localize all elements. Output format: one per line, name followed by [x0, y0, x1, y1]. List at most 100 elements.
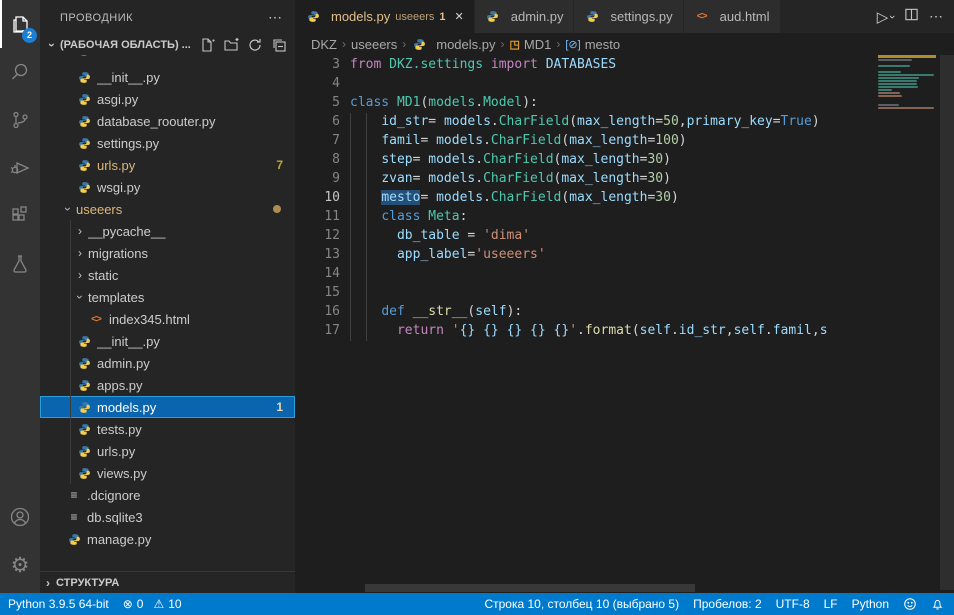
tree-item-indexelement[interactable]: indexelement: [40, 55, 295, 66]
tree-folder-useeers[interactable]: ›useeers: [40, 198, 295, 220]
chevron-down-icon[interactable]: ›: [886, 15, 898, 19]
tree-item-urls.py[interactable]: urls.py7: [40, 154, 295, 176]
new-folder-icon[interactable]: [223, 37, 239, 53]
outline-section-header[interactable]: › СТРУКТУРА: [40, 571, 295, 593]
code-line-7[interactable]: 7 famil= models.CharField(max_length=100…: [295, 131, 878, 150]
status-bell-icon[interactable]: [931, 597, 944, 611]
tree-item-database_roouter.py[interactable]: database_roouter.py: [40, 110, 295, 132]
indent-guide: [366, 113, 367, 341]
chevron-right-icon: ›: [40, 576, 56, 590]
workspace-section-header[interactable]: › (РАБОЧАЯ ОБЛАСТЬ) ...: [40, 35, 295, 55]
account-icon[interactable]: [0, 493, 40, 541]
close-icon[interactable]: ✕: [455, 10, 464, 23]
tree-item-urls.py[interactable]: urls.py: [40, 440, 295, 462]
code-line-11[interactable]: 11 class Meta:: [295, 207, 878, 226]
tree-item-label: static: [88, 268, 295, 283]
tree-item-apps.py[interactable]: apps.py: [40, 374, 295, 396]
tree-item-admin.py[interactable]: admin.py: [40, 352, 295, 374]
code-line-10[interactable]: 10 mesto= models.CharField(max_length=30…: [295, 188, 878, 207]
breadcrumb-item-models.py[interactable]: models.py: [411, 37, 495, 52]
code-line-6[interactable]: 6 id_str= models.CharField(max_length=50…: [295, 112, 878, 131]
explorer-more-actions-icon[interactable]: ⋯: [268, 9, 283, 26]
python-file-icon: [76, 137, 92, 150]
tree-item-views.py[interactable]: views.py: [40, 462, 295, 484]
tree-item-db.sqlite3[interactable]: ≡db.sqlite3: [40, 506, 295, 528]
settings-gear-icon[interactable]: ⚙: [0, 541, 40, 589]
warning-triangle-icon: ⚠: [153, 597, 164, 611]
tree-item-tests.py[interactable]: tests.py: [40, 418, 295, 440]
breadcrumb-item-MD1[interactable]: ◳MD1: [510, 37, 552, 52]
breadcrumb-item-useeers[interactable]: useeers: [351, 37, 397, 52]
code-line-13[interactable]: 13 app_label='useeers': [295, 245, 878, 264]
tree-item-asgi.py[interactable]: asgi.py: [40, 88, 295, 110]
breadcrumb-item-mesto[interactable]: [⊘]mesto: [565, 37, 620, 52]
code-line-4[interactable]: 4: [295, 74, 878, 93]
status-python-interpreter[interactable]: Python 3.9.5 64-bit: [8, 597, 109, 611]
collapse-folders-icon[interactable]: [271, 37, 287, 53]
code-line-15[interactable]: 15: [295, 283, 878, 302]
code-line-14[interactable]: 14: [295, 264, 878, 283]
status-cursor-position[interactable]: Строка 10, столбец 10 (выбрано 5): [484, 597, 679, 611]
status-encoding[interactable]: UTF-8: [776, 597, 810, 611]
tree-item-wsgi.py[interactable]: wsgi.py: [40, 176, 295, 198]
split-editor-icon[interactable]: [904, 7, 919, 27]
tab-problems-badge: 1: [439, 11, 445, 23]
line-text: step= models.CharField(max_length=30): [350, 150, 878, 169]
tree-item-manage.py[interactable]: manage.py: [40, 528, 295, 549]
status-indentation[interactable]: Пробелов: 2: [693, 597, 762, 611]
status-feedback-icon[interactable]: [903, 597, 917, 611]
tree-item-label: templates: [88, 290, 295, 305]
status-bar: Python 3.9.5 64-bit⊗0⚠10 Строка 10, стол…: [0, 593, 954, 615]
tree-item-models.py[interactable]: models.py1: [40, 396, 295, 418]
explorer-icon[interactable]: 2: [0, 0, 40, 48]
python-file-icon: [76, 423, 92, 436]
tab-admin.py[interactable]: admin.py: [475, 0, 575, 33]
field-symbol-icon: [⊘]: [565, 38, 580, 51]
code-line-5[interactable]: 5class MD1(models.Model):: [295, 93, 878, 112]
code-line-17[interactable]: 17 return '{} {} {} {} {}'.format(self.i…: [295, 321, 878, 340]
new-file-icon[interactable]: [199, 37, 215, 53]
refresh-icon[interactable]: [247, 37, 263, 53]
run-debug-icon[interactable]: [0, 144, 40, 192]
breadcrumb-item-DKZ[interactable]: DKZ: [311, 37, 337, 52]
outline-label: СТРУКТУРА: [56, 577, 119, 589]
python-file-icon: [76, 357, 92, 370]
testing-icon[interactable]: [0, 240, 40, 288]
status-problems[interactable]: ⊗0⚠10: [123, 597, 182, 611]
python-file-icon: [76, 335, 92, 348]
horizontal-scrollbar[interactable]: [365, 584, 695, 592]
run-python-file-button[interactable]: ▷ ›: [877, 8, 894, 26]
vertical-scrollbar[interactable]: [940, 55, 954, 590]
source-control-icon[interactable]: [0, 96, 40, 144]
python-file-icon: [76, 467, 92, 480]
tree-item-__init__.py[interactable]: __init__.py: [40, 330, 295, 352]
warning-count: 10: [168, 597, 181, 611]
status-label: Строка 10, столбец 10 (выбрано 5): [484, 597, 679, 611]
tree-folder-__pycache__[interactable]: ›__pycache__: [40, 220, 295, 242]
tab-aud.html[interactable]: <>aud.html: [684, 0, 781, 33]
tree-item-__init__.py[interactable]: __init__.py: [40, 66, 295, 88]
search-icon[interactable]: [0, 48, 40, 96]
tree-folder-migrations[interactable]: ›migrations: [40, 242, 295, 264]
extensions-icon[interactable]: [0, 192, 40, 240]
tree-folder-templates[interactable]: ›templates: [40, 286, 295, 308]
more-actions-icon[interactable]: ⋯: [929, 8, 944, 25]
tree-item-index345.html[interactable]: <>index345.html: [40, 308, 295, 330]
code-line-9[interactable]: 9 zvan= models.CharField(max_length=30): [295, 169, 878, 188]
line-number: 14: [295, 264, 340, 283]
code-line-8[interactable]: 8 step= models.CharField(max_length=30): [295, 150, 878, 169]
code-line-16[interactable]: 16 def __str__(self):: [295, 302, 878, 321]
line-number: 16: [295, 302, 340, 321]
tab-models.py[interactable]: models.pyuseeers1✕: [295, 0, 475, 33]
tab-settings.py[interactable]: settings.py: [574, 0, 683, 33]
code-editor[interactable]: 3from DKZ.settings import DATABASES45cla…: [295, 55, 878, 593]
code-line-12[interactable]: 12 db_table = 'dima': [295, 226, 878, 245]
tree-item-settings.py[interactable]: settings.py: [40, 132, 295, 154]
tree-item-.dcignore[interactable]: ≡.dcignore: [40, 484, 295, 506]
status-language-mode[interactable]: Python: [852, 597, 889, 611]
breadcrumb: DKZ›useeers›models.py›◳MD1›[⊘]mesto: [295, 33, 954, 55]
tree-folder-static[interactable]: ›static: [40, 264, 295, 286]
minimap[interactable]: [878, 55, 940, 593]
code-line-3[interactable]: 3from DKZ.settings import DATABASES: [295, 55, 878, 74]
status-eol[interactable]: LF: [824, 597, 838, 611]
